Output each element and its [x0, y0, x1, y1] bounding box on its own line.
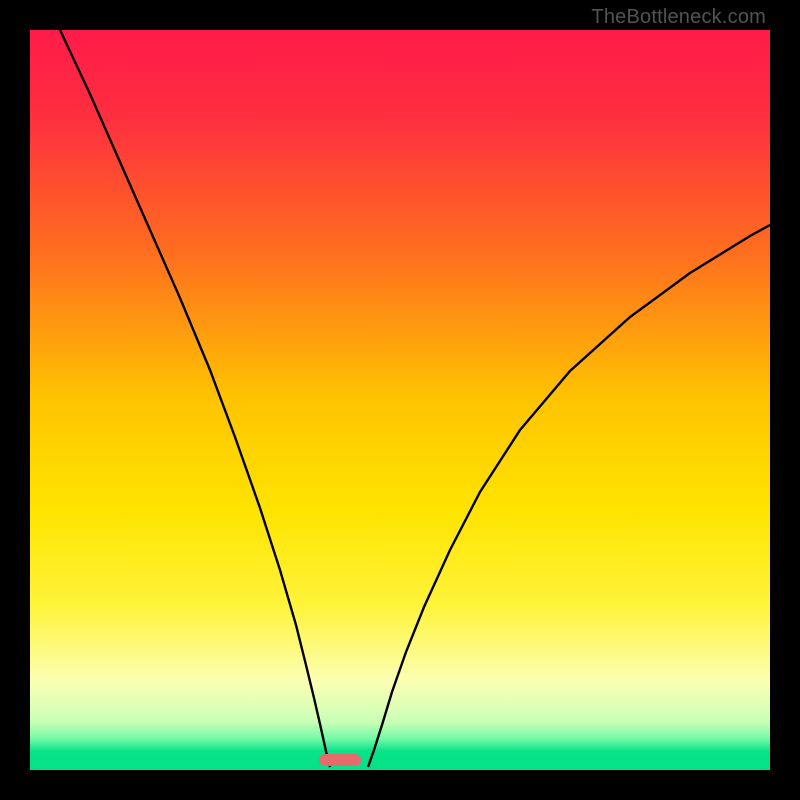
chart-background	[30, 30, 770, 770]
watermark-text: TheBottleneck.com	[591, 6, 766, 29]
minimum-marker	[319, 754, 361, 766]
bottleneck-chart	[30, 30, 770, 770]
